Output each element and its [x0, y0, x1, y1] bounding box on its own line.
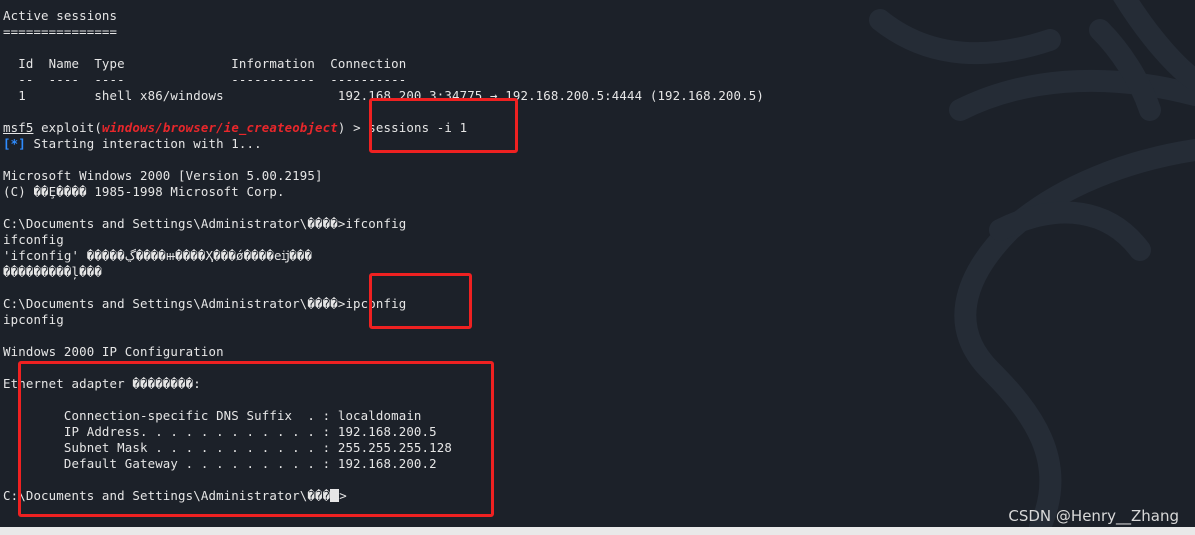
terminal-window[interactable]: Active sessions =============== Id Name … [0, 0, 1195, 527]
msf-prompt-label: msf5 [3, 120, 34, 135]
sessions-title: Active sessions [3, 8, 118, 23]
highlight-box-ip-configuration [18, 361, 494, 517]
sessions-table-separator: -- ---- ---- ----------- ---------- [3, 72, 407, 87]
bottom-strip [0, 527, 1195, 535]
sessions-title-underline: =============== [3, 24, 118, 39]
highlight-box-sessions-command [369, 98, 518, 153]
status-text: Starting interaction with 1... [25, 136, 262, 151]
ifconfig-error-line-1: 'ifconfig' �����ڲ����ⲿ����Ҳ���ǿ����еĳ��� [3, 248, 313, 263]
ip-config-title: Windows 2000 IP Configuration [3, 344, 224, 359]
highlight-box-ipconfig-command [369, 273, 472, 329]
csdn-watermark: CSDN @Henry__Zhang [1008, 507, 1179, 525]
exploit-module-name: windows/browser/ie_createobject [101, 120, 338, 135]
copyright-line: (C) ��Ȩ���� 1985-1998 Microsoft Corp. [3, 184, 285, 199]
exploit-label: exploit( [33, 120, 102, 135]
status-marker: [*] [3, 136, 26, 151]
windows-version-line: Microsoft Windows 2000 [Version 5.00.219… [3, 168, 323, 183]
sessions-table-header: Id Name Type Information Connection [3, 56, 407, 71]
ifconfig-echo: ifconfig [3, 232, 64, 247]
ifconfig-command-line: C:\Documents and Settings\Administrator\… [3, 216, 407, 231]
